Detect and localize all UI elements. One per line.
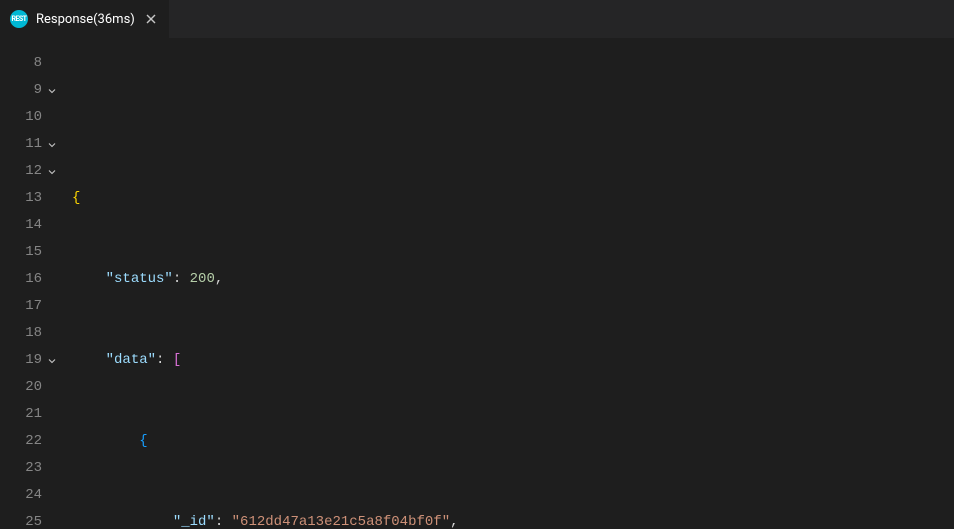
line-number: 25 <box>0 509 60 529</box>
tab-response[interactable]: REST Response(36ms) <box>0 0 170 38</box>
line-number: 18 <box>0 320 60 347</box>
code-line: "data": [ <box>72 347 459 374</box>
chevron-down-icon[interactable] <box>44 158 60 185</box>
line-number-gutter: 8910111213141516171819202122232425 <box>0 50 68 529</box>
tab-title: Response(36ms) <box>36 12 135 27</box>
code-content[interactable]: { "status": 200, "data": [ { "_id": "612… <box>68 50 459 529</box>
code-line: { <box>72 428 459 455</box>
chevron-down-icon[interactable] <box>44 77 60 104</box>
line-number: 24 <box>0 482 60 509</box>
code-line: { <box>72 185 459 212</box>
rest-client-icon: REST <box>10 10 28 28</box>
line-number: 10 <box>0 104 60 131</box>
line-number: 17 <box>0 293 60 320</box>
chevron-down-icon[interactable] <box>44 131 60 158</box>
code-line: "status": 200, <box>72 266 459 293</box>
line-number: 14 <box>0 212 60 239</box>
line-number: 21 <box>0 401 60 428</box>
code-line <box>72 104 459 131</box>
close-icon[interactable] <box>143 11 159 27</box>
line-number: 13 <box>0 185 60 212</box>
code-editor[interactable]: 8910111213141516171819202122232425 { "st… <box>0 38 954 529</box>
line-number: 23 <box>0 455 60 482</box>
line-number: 8 <box>0 50 60 77</box>
line-number: 16 <box>0 266 60 293</box>
line-number: 19 <box>0 347 60 374</box>
line-number: 9 <box>0 77 60 104</box>
tab-bar: REST Response(36ms) <box>0 0 954 38</box>
line-number: 11 <box>0 131 60 158</box>
line-number: 22 <box>0 428 60 455</box>
chevron-down-icon[interactable] <box>44 347 60 374</box>
line-number: 20 <box>0 374 60 401</box>
line-number: 15 <box>0 239 60 266</box>
line-number: 12 <box>0 158 60 185</box>
code-line: "_id": "612dd47a13e21c5a8f04bf0f", <box>72 509 459 529</box>
